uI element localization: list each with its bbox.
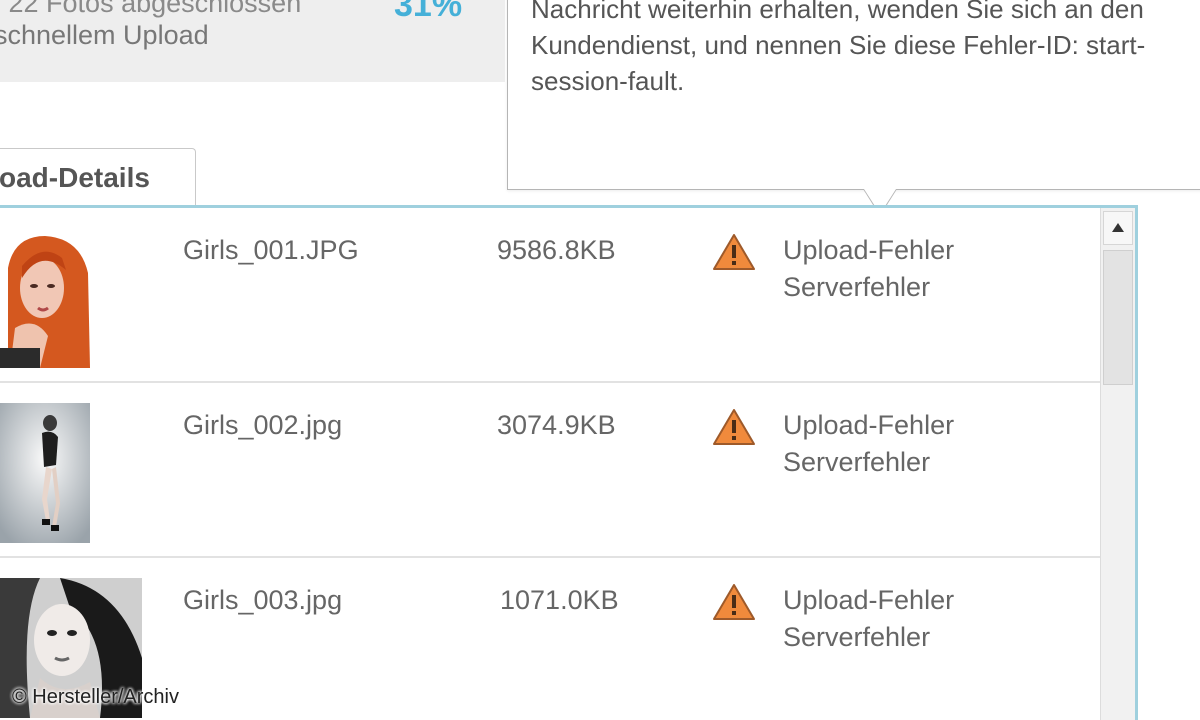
progress-mode-text: schnellem Upload bbox=[0, 20, 209, 50]
scrollbar-thumb[interactable] bbox=[1103, 250, 1133, 385]
upload-row[interactable]: Girls_001.JPG 9586.8KB Upload-Fehler Ser… bbox=[0, 208, 1100, 383]
scroll-up-button[interactable] bbox=[1103, 211, 1133, 245]
upload-error-detail: Serverfehler bbox=[783, 272, 931, 302]
upload-row[interactable]: Girls_002.jpg 3074.9KB Upload-Fehler Ser… bbox=[0, 383, 1100, 558]
upload-list: Girls_001.JPG 9586.8KB Upload-Fehler Ser… bbox=[0, 205, 1138, 720]
warning-icon bbox=[713, 409, 755, 445]
upload-status: Upload-Fehler bbox=[783, 585, 955, 615]
upload-status: Upload-Fehler bbox=[783, 410, 955, 440]
upload-progress-panel: n 22 Fotos abgeschlossen schnellem Uploa… bbox=[0, 0, 505, 82]
file-size: 3074.9KB bbox=[497, 410, 616, 440]
file-size: 1071.0KB bbox=[500, 585, 619, 615]
file-name: Girls_002.jpg bbox=[183, 410, 343, 440]
upload-error-detail: Serverfehler bbox=[783, 447, 931, 477]
file-size: 9586.8KB bbox=[497, 235, 616, 265]
file-name: Girls_001.JPG bbox=[183, 235, 359, 265]
progress-status-text: n 22 Fotos abgeschlossen bbox=[0, 0, 302, 18]
vertical-scrollbar[interactable] bbox=[1100, 208, 1135, 720]
file-name: Girls_003.jpg bbox=[183, 585, 343, 615]
scroll-up-arrow-icon bbox=[1112, 223, 1124, 232]
upload-error-detail: Serverfehler bbox=[783, 622, 931, 652]
tab-upload-details-label: oad-Details bbox=[0, 162, 150, 193]
photo-thumbnail bbox=[0, 403, 90, 543]
error-tooltip: Nachricht weiterhin erhalten, wenden Sie… bbox=[507, 0, 1200, 190]
upload-window: n 22 Fotos abgeschlossen schnellem Uploa… bbox=[0, 0, 1200, 720]
warning-icon bbox=[713, 234, 755, 270]
warning-icon bbox=[713, 584, 755, 620]
photo-thumbnail bbox=[0, 228, 90, 368]
upload-status: Upload-Fehler bbox=[783, 235, 955, 265]
image-credit: © Hersteller/Archiv bbox=[12, 686, 179, 708]
progress-percent: 31% bbox=[394, 0, 463, 24]
error-message: Nachricht weiterhin erhalten, wenden Sie… bbox=[531, 0, 1146, 96]
tab-upload-details[interactable]: oad-Details bbox=[0, 148, 196, 208]
